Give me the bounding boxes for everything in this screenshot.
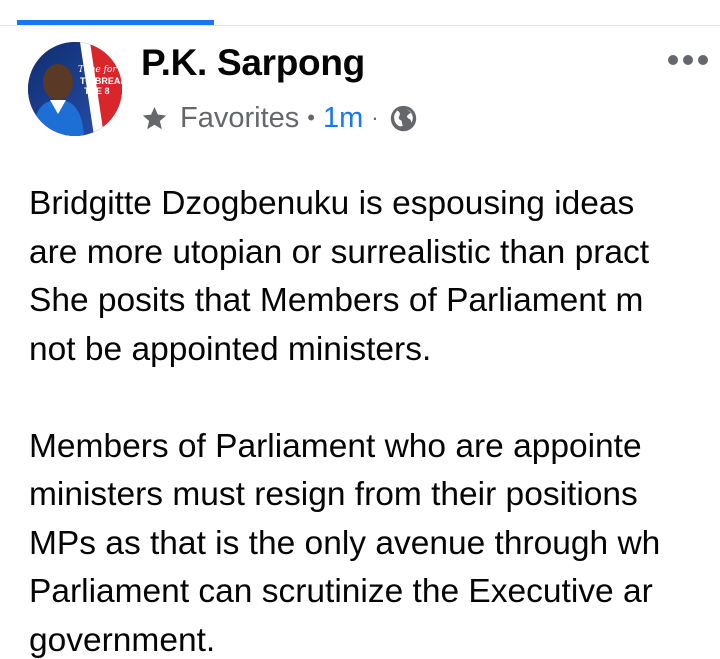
more-dot [668,55,678,65]
author-avatar[interactable]: Time for TO BREAK THE 8 [28,42,122,136]
avatar-slogan-line1: TO BREAK [80,76,122,86]
globe-icon[interactable] [389,104,418,133]
avatar-slogan-script: Time for [78,65,117,75]
post-line: ministers must resign from their positio… [29,476,638,513]
post-meta: Favorites • 1m · [141,100,418,136]
post-timestamp[interactable]: 1m [323,102,363,135]
post-line: She posits that Members of Parliament m [29,282,644,319]
more-options-icon[interactable] [668,52,708,68]
post-screen: Time for TO BREAK THE 8 P.K. Sarpong Fav… [0,0,720,659]
audience-label[interactable]: Favorites [180,102,299,135]
more-dot [698,55,708,65]
author-name[interactable]: P.K. Sarpong [141,42,365,84]
avatar-slogan-line2: THE 8 [84,86,110,96]
post-line: MPs as that is the only avenue through w… [29,524,661,562]
post-text: Bridgitte Dzogbenuku is espousing ideas … [29,180,720,659]
post-line: not be appointed ministers. [29,330,432,368]
post-line: Members of Parliament who are appointe [29,427,642,465]
post-line: are more utopian or surrealistic than pr… [29,233,650,271]
star-icon [141,105,168,132]
post-line: Bridgitte Dzogbenuku is espousing ideas [29,185,635,222]
post-line: government. [29,621,216,659]
meta-separator-2: · [371,105,379,130]
header-divider [0,25,720,26]
more-dot [683,55,693,65]
meta-separator: • [307,105,315,130]
avatar-image: Time for TO BREAK THE 8 [28,42,122,136]
post-line: Parliament can scrutinize the Executive … [29,573,653,610]
